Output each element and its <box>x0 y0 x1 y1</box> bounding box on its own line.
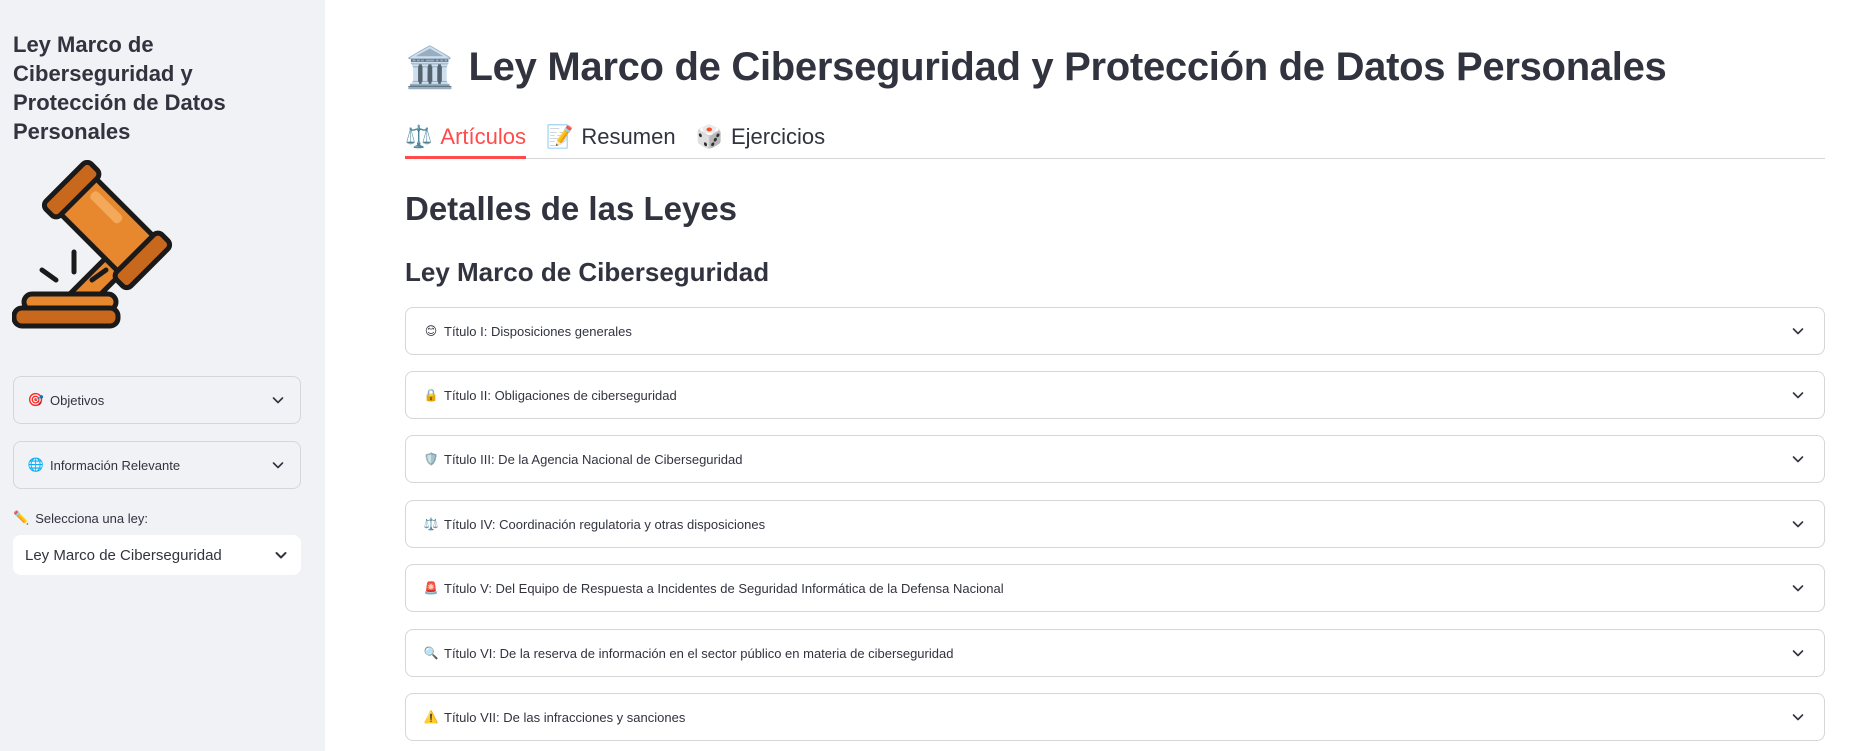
page-title: 🏛️ Ley Marco de Ciberseguridad y Protecc… <box>405 44 1667 91</box>
chevron-down-icon <box>1792 714 1804 721</box>
titulo-vii-expander[interactable]: ⚠️ Título VII: De las infracciones y san… <box>405 693 1825 741</box>
objetivos-expander[interactable]: 🎯 Objetivos <box>13 376 301 424</box>
informacion-relevante-label: Información Relevante <box>50 457 181 473</box>
dice-icon: 🎲 <box>695 124 723 149</box>
chevron-down-icon <box>275 552 287 559</box>
titulo-label: Título II: Obligaciones de cibersegurida… <box>444 387 677 403</box>
globe-icon: 🌐 <box>27 457 45 472</box>
main-content: 🏛️ Ley Marco de Ciberseguridad y Protecc… <box>325 0 1859 751</box>
tab-articulos-label: Artículos <box>440 124 526 149</box>
tab-articulos[interactable]: ⚖️ Artículos <box>405 118 526 159</box>
chevron-down-icon <box>1792 650 1804 657</box>
siren-icon: 🚨 <box>423 581 439 595</box>
section-heading: Detalles de las Leyes <box>405 190 738 227</box>
titulo-label: Título I: Disposiciones generales <box>444 323 632 339</box>
chevron-down-icon <box>1792 392 1804 399</box>
sidebar: Ley Marco de Ciberseguridad y Protección… <box>0 0 325 751</box>
sidebar-title: Ley Marco de Ciberseguridad y Protección… <box>13 32 226 144</box>
titulo-v-expander[interactable]: 🚨 Título V: Del Equipo de Respuesta a In… <box>405 564 1825 612</box>
ley-select-value: Ley Marco de Ciberseguridad <box>25 546 222 564</box>
titulo-label: Título V: Del Equipo de Respuesta a Inci… <box>444 580 1004 596</box>
memo-icon: 📝 <box>546 124 574 149</box>
chevron-down-icon <box>272 462 284 469</box>
balance-scale-icon: ⚖️ <box>423 517 439 531</box>
tab-resumen[interactable]: 📝 Resumen <box>546 118 676 156</box>
chevron-down-icon <box>272 397 284 404</box>
titulo-iv-expander[interactable]: ⚖️ Título IV: Coordinación regulatoria y… <box>405 500 1825 548</box>
select-label-text: Selecciona una ley: <box>35 510 148 526</box>
titulo-i-expander[interactable]: 😊 Título I: Disposiciones generales <box>405 307 1825 355</box>
balance-scale-icon: ⚖️ <box>405 124 433 149</box>
tab-resumen-label: Resumen <box>581 124 676 149</box>
smile-icon: 😊 <box>424 324 438 338</box>
ley-select[interactable]: Ley Marco de Ciberseguridad <box>13 535 301 575</box>
target-icon: 🎯 <box>27 392 45 407</box>
titulo-label: Título VI: De la reserva de información … <box>444 645 954 661</box>
objetivos-label: Objetivos <box>50 392 105 408</box>
page-title-text: Ley Marco de Ciberseguridad y Protección… <box>468 45 1667 89</box>
sub-heading: Ley Marco de Ciberseguridad <box>405 257 770 287</box>
titulo-label: Título VII: De las infracciones y sancio… <box>444 709 686 725</box>
tab-ejercicios-label: Ejercicios <box>730 124 826 149</box>
chevron-down-icon <box>1792 585 1804 592</box>
app-root: Ley Marco de Ciberseguridad y Protección… <box>0 0 1859 751</box>
titulo-vi-expander[interactable]: 🔍 Título VI: De la reserva de informació… <box>405 629 1825 677</box>
chevron-down-icon <box>1792 456 1804 463</box>
shield-icon: 🛡️ <box>423 452 439 466</box>
warning-icon: ⚠️ <box>423 710 439 724</box>
select-label: ✏️ Selecciona una ley: <box>13 510 148 526</box>
magnifier-icon: 🔍 <box>423 646 439 660</box>
tab-bar: ⚖️ Artículos 📝 Resumen 🎲 Ejercicios <box>405 118 1825 159</box>
tab-ejercicios[interactable]: 🎲 Ejercicios <box>696 118 826 156</box>
titulo-iii-expander[interactable]: 🛡️ Título III: De la Agencia Nacional de… <box>405 435 1825 483</box>
titulo-label: Título III: De la Agencia Nacional de Ci… <box>444 451 743 467</box>
chevron-down-icon <box>1792 328 1804 335</box>
titulo-label: Título IV: Coordinación regulatoria y ot… <box>444 516 766 532</box>
titulo-ii-expander[interactable]: 🔒 Título II: Obligaciones de ciberseguri… <box>405 371 1825 419</box>
classical-building-icon: 🏛️ <box>405 46 455 90</box>
gavel-icon <box>12 160 173 329</box>
pencil-icon: ✏️ <box>13 510 30 525</box>
lock-icon: 🔒 <box>423 388 439 402</box>
informacion-relevante-expander[interactable]: 🌐 Información Relevante <box>13 441 301 489</box>
chevron-down-icon <box>1792 521 1804 528</box>
